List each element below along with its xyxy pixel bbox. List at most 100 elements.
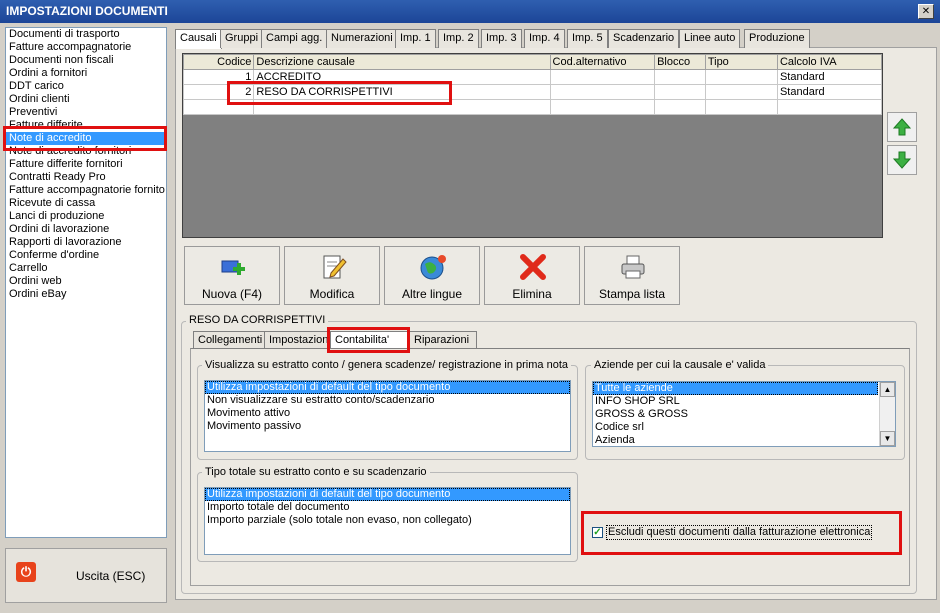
table-row[interactable]: 2 RESO DA CORRISPETTIVI Standard xyxy=(182,84,883,100)
window-title-bar: IMPOSTAZIONI DOCUMENTI xyxy=(0,0,940,23)
tab-numerazioni[interactable]: Numerazioni xyxy=(326,29,398,48)
list-item[interactable]: Movimento passivo xyxy=(205,420,570,433)
list-item[interactable]: Importo totale del documento xyxy=(205,501,570,514)
table-cell[interactable] xyxy=(704,99,778,115)
list-item[interactable]: Utilizza impostazioni di default del tip… xyxy=(205,488,570,501)
sidebar-item[interactable]: Fatture differite fornitori xyxy=(6,158,166,171)
tab-imp-2[interactable]: Imp. 2 xyxy=(438,29,479,48)
sidebar-item[interactable]: Ordini di lavorazione xyxy=(6,223,166,236)
delete-x-icon xyxy=(520,254,546,280)
table-cell[interactable] xyxy=(549,99,656,115)
list-item[interactable]: Importo parziale (solo totale non evaso,… xyxy=(205,514,570,527)
tab-imp-4[interactable]: Imp. 4 xyxy=(524,29,565,48)
tab-gruppi[interactable]: Gruppi xyxy=(220,29,264,48)
sidebar-item[interactable]: Documenti non fiscali xyxy=(6,54,166,67)
sidebar-item[interactable]: Rapporti di lavorazione xyxy=(6,236,166,249)
sidebar-item[interactable]: Ricevute di cassa xyxy=(6,197,166,210)
sidebar-item[interactable]: Contratti Ready Pro xyxy=(6,171,166,184)
table-cell[interactable]: 2 xyxy=(182,84,255,100)
tipo-totale-listbox[interactable]: Utilizza impostazioni di default del tip… xyxy=(204,487,571,555)
move-down-button[interactable] xyxy=(887,145,917,175)
table-cell[interactable] xyxy=(182,99,255,115)
table-cell[interactable]: RESO DA CORRISPETTIVI xyxy=(253,84,551,100)
sidebar-item[interactable]: Ordini clienti xyxy=(6,93,166,106)
table-cell[interactable]: 1 xyxy=(182,69,255,85)
table-cell[interactable]: ACCREDITO xyxy=(253,69,551,85)
edit-button-label: Modifica xyxy=(309,287,355,301)
list-item[interactable]: GROSS & GROSS xyxy=(593,408,878,421)
table-cell[interactable] xyxy=(549,84,656,100)
table-cell[interactable] xyxy=(654,69,706,85)
exit-button[interactable]: ⏻ Uscita (ESC) xyxy=(5,548,167,603)
sidebar-item[interactable]: Fatture accompagnatorie fornito xyxy=(6,184,166,197)
aziende-listbox[interactable]: Tutte le aziende INFO SHOP SRL GROSS & GRO… xyxy=(592,381,896,447)
sidebar-item[interactable]: Preventivi xyxy=(6,106,166,119)
sidebar-item[interactable]: Conferme d'ordine xyxy=(6,249,166,262)
list-item[interactable]: Movimento attivo xyxy=(205,407,570,420)
grid-column-header[interactable]: Blocco xyxy=(654,54,706,70)
grid-column-header[interactable]: Descrizione causale xyxy=(253,54,551,70)
aziende-scrollbar[interactable]: ▲ ▼ xyxy=(879,382,895,446)
list-item[interactable]: Azienda xyxy=(593,434,878,446)
close-icon[interactable]: ✕ xyxy=(918,4,934,19)
sidebar-item[interactable]: Ordini eBay xyxy=(6,288,166,301)
tab-imp-3[interactable]: Imp. 3 xyxy=(481,29,522,48)
exit-button-label: Uscita (ESC) xyxy=(76,569,146,583)
sidebar-item[interactable]: Carrello xyxy=(6,262,166,275)
table-cell[interactable] xyxy=(704,84,778,100)
escludi-checkbox-label: Escludi questi documenti dalla fatturazi… xyxy=(605,525,873,540)
detail-group-title: RESO DA CORRISPETTIVI xyxy=(186,314,329,326)
tab-linee-auto[interactable]: Linee auto xyxy=(679,29,741,48)
sidebar-item[interactable]: Note di accredito fornitori xyxy=(6,145,166,158)
move-up-button[interactable] xyxy=(887,112,917,142)
table-row[interactable]: 1 ACCREDITO Standard xyxy=(182,69,883,85)
sidebar-item[interactable]: DDT carico xyxy=(6,80,166,93)
table-cell[interactable]: Standard xyxy=(776,69,883,85)
table-row[interactable] xyxy=(182,99,883,115)
list-item[interactable]: Non visualizzare su estratto conto/scade… xyxy=(205,394,570,407)
list-item[interactable]: Utilizza impostazioni di default del tip… xyxy=(205,381,570,394)
grid-column-header[interactable]: Tipo xyxy=(704,54,778,70)
sidebar-item[interactable]: Ordini a fornitori xyxy=(6,67,166,80)
table-cell[interactable] xyxy=(654,99,706,115)
list-item[interactable]: Tutte le aziende xyxy=(593,382,878,395)
scroll-up-icon[interactable]: ▲ xyxy=(880,382,895,397)
new-button[interactable]: Nuova (F4) xyxy=(184,246,280,305)
tab-causali[interactable]: Causali xyxy=(175,29,222,49)
tipo-totale-group-title: Tipo totale su estratto conto e su scade… xyxy=(202,466,430,478)
sidebar-item[interactable]: Documenti di trasporto xyxy=(6,28,166,41)
delete-button[interactable]: Elimina xyxy=(484,246,580,305)
tab-scadenzario[interactable]: Scadenzario xyxy=(608,29,680,48)
list-item[interactable]: Codice srl xyxy=(593,421,878,434)
escludi-checkbox[interactable]: ✓ xyxy=(592,527,603,538)
table-cell[interactable] xyxy=(704,69,778,85)
sidebar-item[interactable]: Fatture accompagnatorie xyxy=(6,41,166,54)
list-item[interactable]: INFO SHOP SRL xyxy=(593,395,878,408)
scroll-down-icon[interactable]: ▼ xyxy=(880,431,895,446)
grid-column-header[interactable]: Cod.alternativo xyxy=(549,54,656,70)
table-cell[interactable] xyxy=(253,99,551,115)
tab-imp-1[interactable]: Imp. 1 xyxy=(395,29,436,48)
visualizza-listbox[interactable]: Utilizza impostazioni di default del tip… xyxy=(204,380,571,452)
causali-table[interactable]: Codice Descrizione causale Cod.alternativo… xyxy=(182,54,883,115)
tab-campi-agg-[interactable]: Campi agg. xyxy=(261,29,328,48)
document-type-list[interactable]: Documenti di trasporto Fatture accompagna… xyxy=(5,27,167,538)
table-cell[interactable] xyxy=(654,84,706,100)
grid-column-header[interactable]: Calcolo IVA xyxy=(776,54,883,70)
grid-column-header[interactable]: Codice xyxy=(182,54,255,70)
aziende-group-title: Aziende per cui la causale e' valida xyxy=(591,359,769,371)
new-document-icon xyxy=(221,260,245,275)
causali-grid[interactable]: Codice Descrizione causale Cod.alternativo… xyxy=(182,53,883,238)
table-cell[interactable]: Standard xyxy=(776,84,883,100)
tab-produzione[interactable]: Produzione xyxy=(744,29,810,48)
sidebar-item[interactable]: Note di accredito xyxy=(6,132,166,145)
languages-button[interactable]: Altre lingue xyxy=(384,246,480,305)
sidebar-item[interactable]: Fatture differite xyxy=(6,119,166,132)
sidebar-item[interactable]: Ordini web xyxy=(6,275,166,288)
sidebar-item[interactable]: Lanci di produzione xyxy=(6,210,166,223)
edit-button[interactable]: Modifica xyxy=(284,246,380,305)
print-list-button[interactable]: Stampa lista xyxy=(584,246,680,305)
table-cell[interactable] xyxy=(776,99,883,115)
table-cell[interactable] xyxy=(549,69,656,85)
tab-imp-5[interactable]: Imp. 5 xyxy=(567,29,608,48)
